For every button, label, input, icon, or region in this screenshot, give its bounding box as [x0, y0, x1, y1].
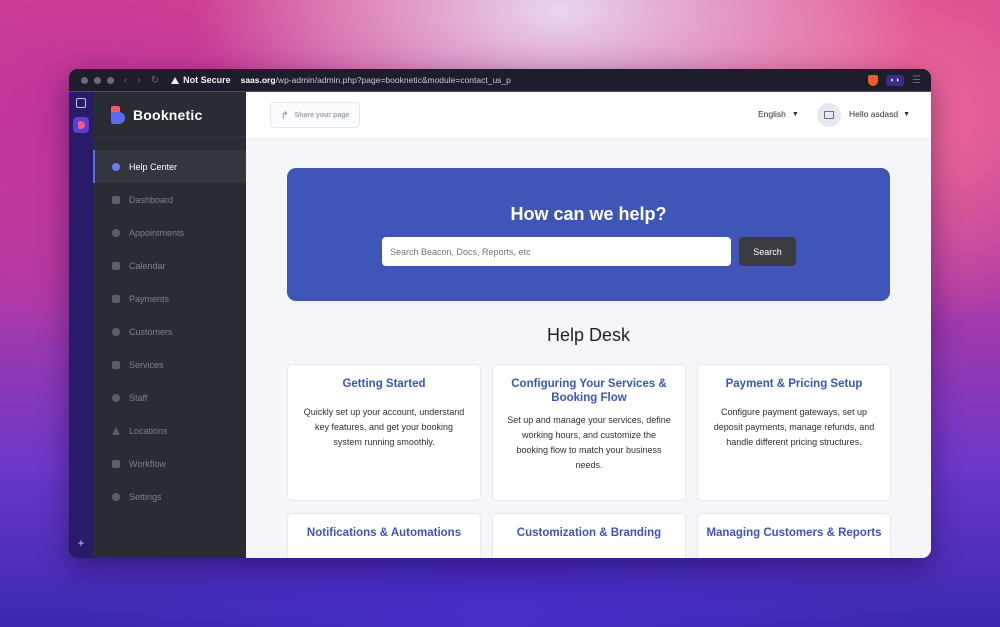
calendar-icon [112, 261, 120, 270]
sidebar-item-label: Dashboard [129, 194, 174, 205]
browser-toolbar: ‹ › ↻ Not Secure saas.org/wp-admin/admin… [69, 69, 931, 92]
add-tab-icon[interactable]: + [77, 536, 84, 550]
booknetic-tab-icon[interactable] [73, 117, 89, 133]
language-select[interactable]: English ▼ [758, 109, 799, 119]
window-controls [81, 76, 114, 84]
warning-icon [171, 76, 180, 84]
share-label: Share your page [294, 111, 350, 119]
sidebar-item-label: Payments [129, 293, 170, 304]
card-title: Customization & Branding [516, 527, 662, 539]
security-label: Not Secure [183, 75, 231, 85]
hero-title: How can we help? [510, 204, 667, 224]
help-icon [112, 162, 120, 171]
sidebar-toggle-icon[interactable] [76, 98, 86, 108]
brand[interactable]: Booknetic [93, 92, 246, 138]
dashboard-icon [112, 195, 120, 204]
sidebar-item-label: Locations [129, 425, 168, 436]
sidebar-item-help-center[interactable]: Help Center [93, 150, 246, 183]
help-card-managing-customers[interactable]: Managing Customers & Reports [697, 513, 891, 558]
sidebar-item-label: Calendar [129, 260, 166, 271]
sidebar-item-label: Staff [129, 392, 148, 403]
card-title: Getting Started [342, 378, 426, 390]
brave-shield-icon[interactable] [868, 74, 879, 86]
card-text: Configure payment gateways, set up depos… [713, 407, 875, 447]
user-icon [112, 393, 120, 402]
url-path: /wp-admin/admin.php?page=booknetic&modul… [275, 75, 511, 85]
search-button[interactable]: Search [739, 237, 796, 266]
sidebar-item-appointments[interactable]: Appointments [93, 216, 246, 249]
sidebar-nav: Help Center Dashboard Appointments Calen… [93, 150, 246, 513]
gear-icon [112, 492, 120, 501]
private-mode-icon[interactable]: ◐◑ [886, 74, 905, 86]
sidebar-item-customers[interactable]: Customers [93, 315, 246, 348]
list-icon [112, 360, 120, 369]
maximize-window-button[interactable] [107, 76, 114, 84]
card-title: Notifications & Automations [306, 527, 462, 539]
user-menu[interactable]: Hello asdasd ▼ [849, 109, 910, 119]
card-title: Payment & Pricing Setup [725, 378, 863, 390]
share-icon: ↱ [281, 109, 289, 120]
forward-icon[interactable]: › [137, 75, 140, 86]
main-content: ↱ Share your page English ▼ Hello asdasd… [246, 92, 931, 558]
browser-side-strip: + [69, 92, 93, 558]
credit-card-icon [112, 294, 120, 303]
menu-icon[interactable]: ☰ [912, 75, 921, 86]
sidebar-item-calendar[interactable]: Calendar [93, 249, 246, 282]
sidebar-item-label: Appointments [129, 227, 185, 238]
sidebar-item-workflow[interactable]: Workflow [93, 447, 246, 480]
user-card-icon [824, 111, 834, 119]
card-text: Quickly set up your account, understand … [303, 407, 465, 447]
help-hero: How can we help? Search [287, 168, 890, 301]
help-card-getting-started[interactable]: Getting Started Quickly set up your acco… [287, 364, 481, 501]
reload-icon[interactable]: ↻ [151, 75, 159, 86]
sidebar-item-services[interactable]: Services [93, 348, 246, 381]
sidebar-item-locations[interactable]: Locations [93, 414, 246, 447]
sidebar-item-label: Workflow [129, 458, 166, 469]
sidebar-item-dashboard[interactable]: Dashboard [93, 183, 246, 216]
sidebar-item-label: Services [129, 359, 164, 370]
close-window-button[interactable] [81, 76, 88, 84]
location-arrow-icon [112, 426, 120, 435]
avatar[interactable] [817, 103, 841, 127]
search-input[interactable] [382, 237, 731, 266]
user-greeting: Hello asdasd [849, 109, 899, 119]
browser-window: ‹ › ↻ Not Secure saas.org/wp-admin/admin… [69, 69, 931, 558]
url-host: saas.org [240, 75, 276, 85]
card-title: Configuring Your Services & Booking Flow [511, 378, 667, 404]
help-card-customization[interactable]: Customization & Branding [492, 513, 686, 558]
clock-icon [112, 228, 120, 237]
users-icon [112, 327, 120, 336]
share-page-button[interactable]: ↱ Share your page [270, 102, 361, 128]
booknetic-logo-icon [111, 105, 125, 124]
workflow-icon [112, 459, 120, 468]
chevron-down-icon: ▼ [791, 110, 799, 118]
sidebar-item-label: Customers [129, 326, 173, 337]
sidebar-item-payments[interactable]: Payments [93, 282, 246, 315]
sidebar-item-staff[interactable]: Staff [93, 381, 246, 414]
help-card-notifications[interactable]: Notifications & Automations [287, 513, 481, 558]
help-card-payment-pricing[interactable]: Payment & Pricing Setup Configure paymen… [697, 364, 891, 501]
minimize-window-button[interactable] [94, 76, 101, 84]
card-text: Set up and manage your services, define … [507, 415, 671, 470]
back-icon[interactable]: ‹ [124, 75, 127, 86]
chevron-down-icon: ▼ [903, 110, 911, 118]
sidebar-item-label: Settings [129, 491, 162, 502]
security-indicator[interactable]: Not Secure [171, 75, 231, 85]
help-desk-title: Help Desk [546, 325, 631, 345]
address-bar[interactable]: saas.org/wp-admin/admin.php?page=booknet… [241, 75, 511, 85]
brand-name: Booknetic [133, 106, 203, 123]
sidebar-item-label: Help Center [129, 161, 178, 172]
language-label: English [758, 109, 786, 119]
app-sidebar: Booknetic Help Center Dashboard Appointm… [93, 92, 246, 558]
card-title: Managing Customers & Reports [706, 527, 882, 539]
help-card-configuring-services[interactable]: Configuring Your Services & Booking Flow… [492, 364, 686, 501]
top-bar: ↱ Share your page English ▼ Hello asdasd… [246, 92, 931, 139]
sidebar-item-settings[interactable]: Settings [93, 480, 246, 513]
